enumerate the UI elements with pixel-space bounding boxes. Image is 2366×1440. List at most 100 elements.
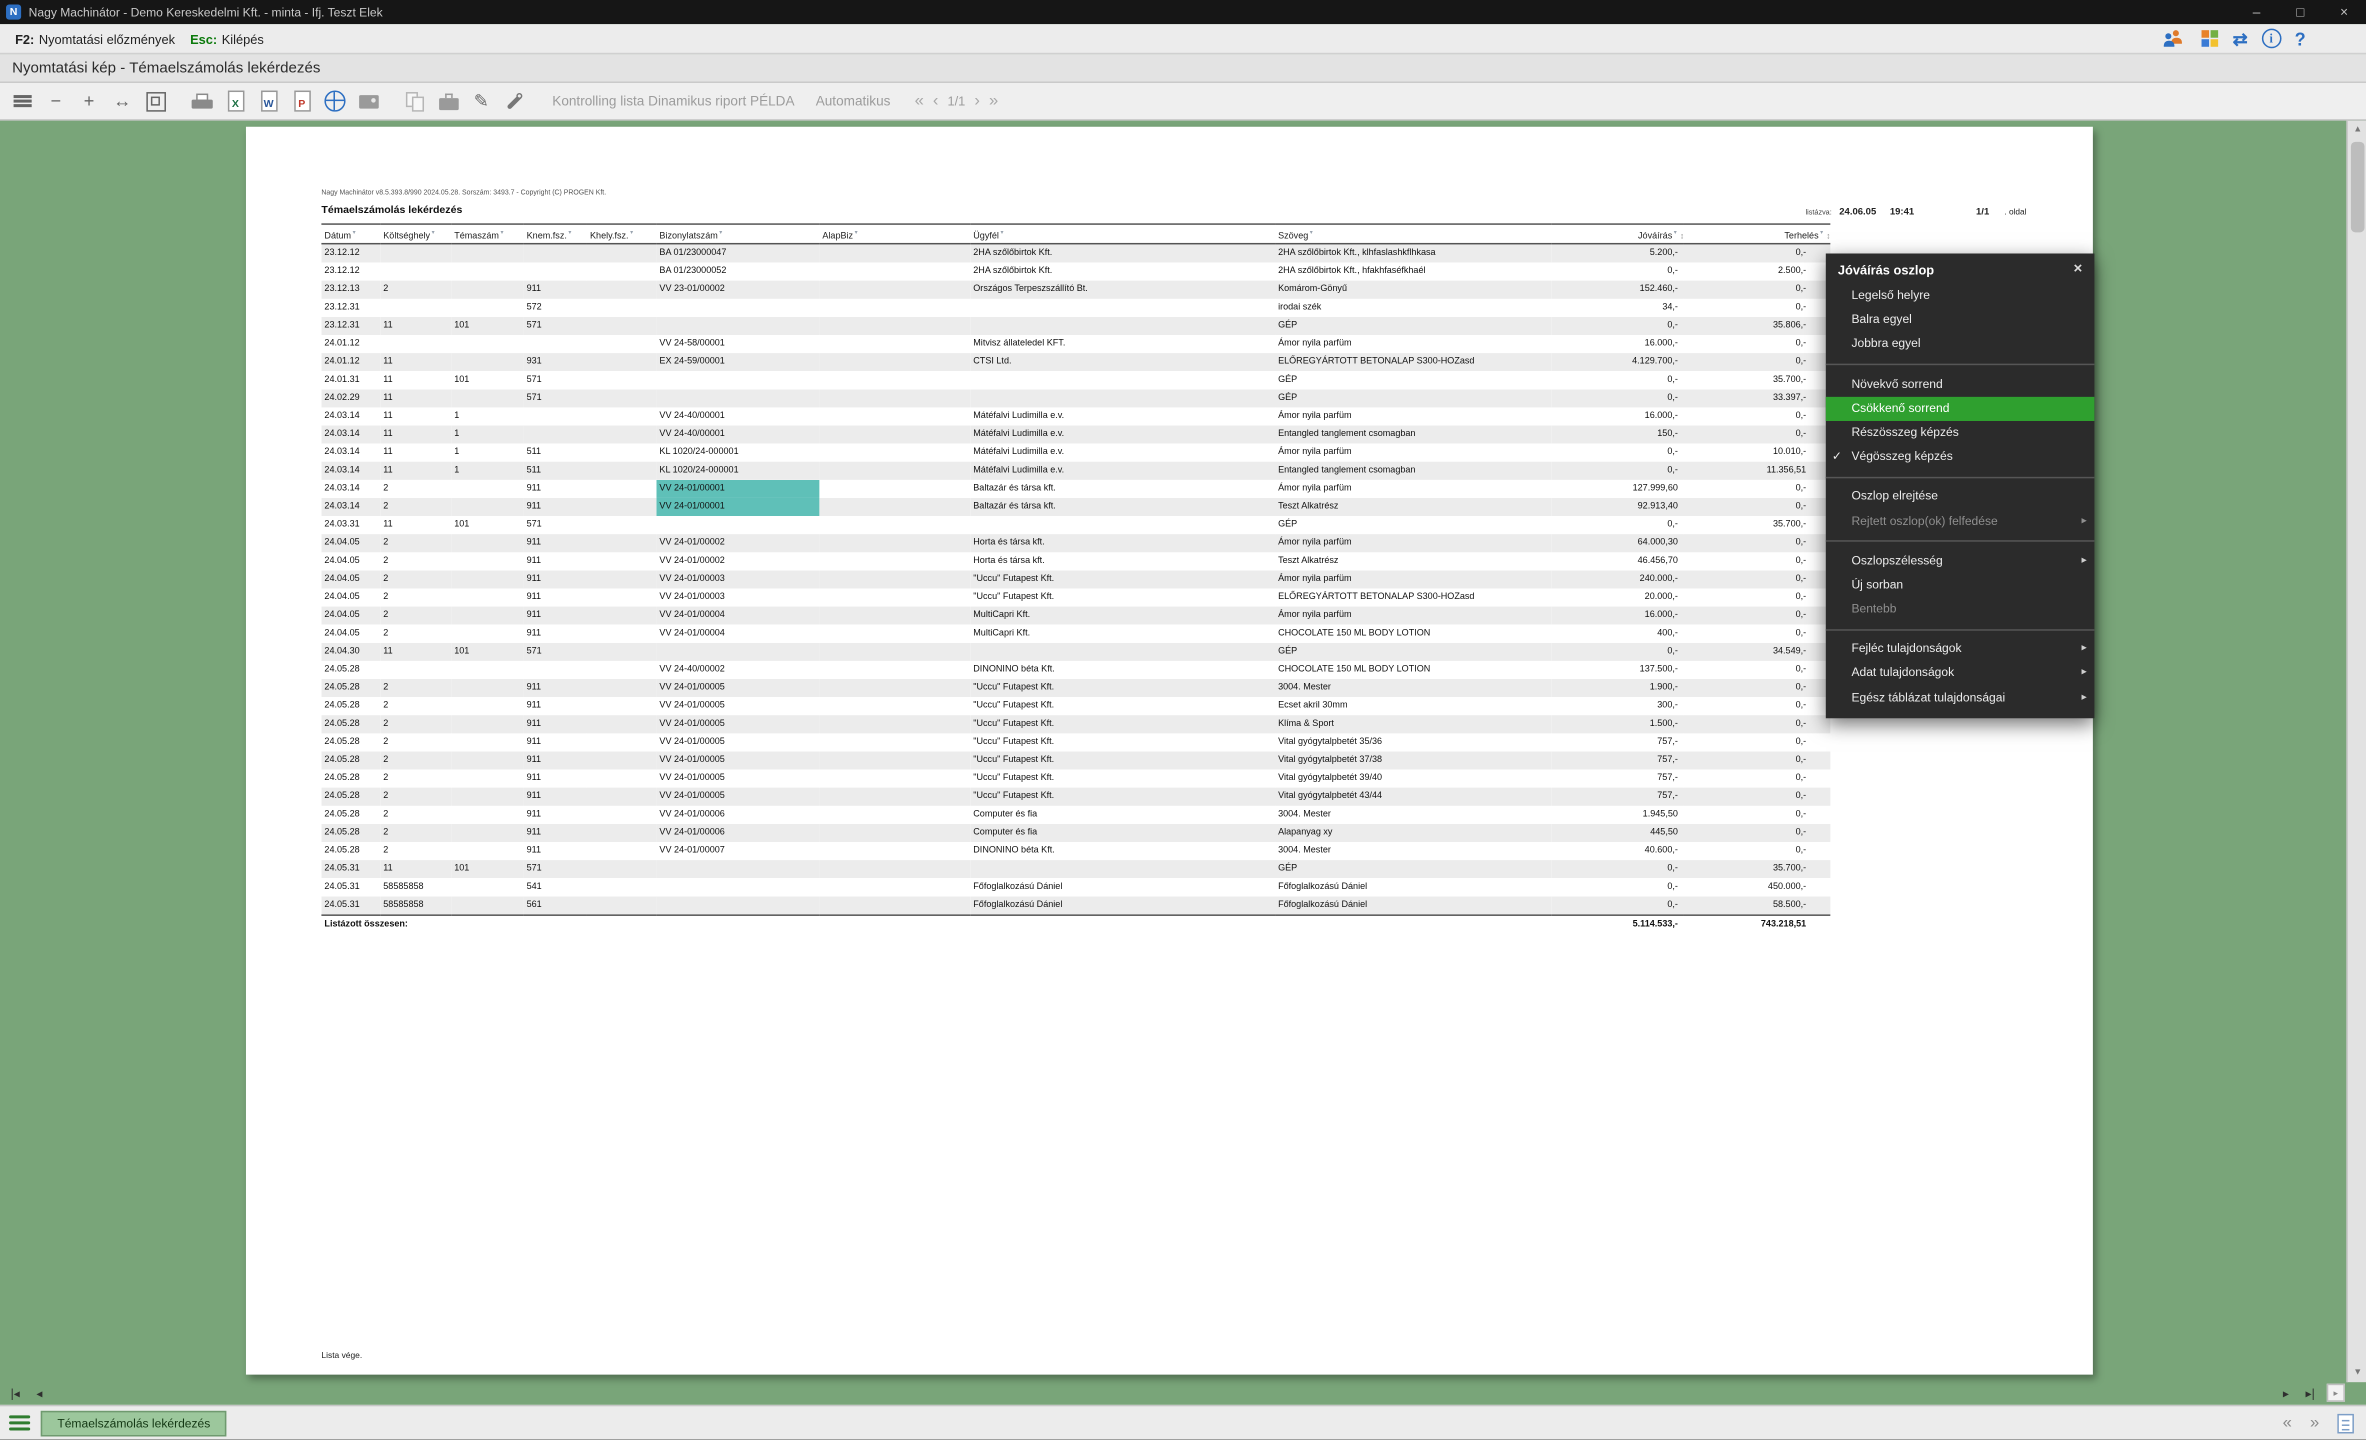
info-icon[interactable]: i [2261, 29, 2281, 49]
cell-datum[interactable]: 23.12.31 [321, 317, 380, 335]
cell-knemfsz[interactable]: 571 [524, 516, 587, 534]
filter-mark-icon[interactable]: ▾ [500, 227, 503, 235]
cell-koltseghely[interactable]: 2 [380, 498, 451, 516]
cell-khelyfsz[interactable] [587, 842, 656, 860]
cell-ugyfel[interactable]: MultiCapri Kft. [970, 607, 1275, 625]
cell-koltseghely[interactable]: 2 [380, 534, 451, 552]
cell-szoveg[interactable]: Főfoglalkozású Dániel [1275, 896, 1551, 915]
cell-bizonylatszam[interactable]: BA 01/23000047 [656, 244, 819, 263]
cell-bizonylatszam[interactable] [656, 643, 819, 661]
cell-alapbiz[interactable] [819, 299, 970, 317]
filter-mark-icon[interactable]: ▾ [432, 227, 435, 235]
cell-terheles[interactable]: 0,- [1684, 552, 1830, 570]
cell-szoveg[interactable]: 3004. Mester [1275, 806, 1551, 824]
table-row[interactable]: 24.01.12VV 24-58/00001Mitvisz állatelede… [321, 335, 1830, 353]
cell-szoveg[interactable]: 3004. Mester [1275, 679, 1551, 697]
cell-koltseghely[interactable]: 2 [380, 679, 451, 697]
first-page-icon[interactable]: « [915, 92, 924, 110]
cell-bizonylatszam[interactable] [656, 299, 819, 317]
cell-bizonylatszam[interactable]: VV 24-01/00005 [656, 715, 819, 733]
filter-mark-icon[interactable]: ▾ [353, 227, 356, 235]
table-row[interactable]: 23.12.132911VV 23-01/00002Országos Terpe… [321, 281, 1830, 299]
cell-alapbiz[interactable] [819, 444, 970, 462]
filter-mark-icon[interactable]: ▾ [630, 227, 633, 235]
cell-temaszam[interactable] [451, 697, 523, 715]
cell-terheles[interactable]: 0,- [1684, 625, 1830, 643]
cell-szoveg[interactable]: GÉP [1275, 643, 1551, 661]
cell-datum[interactable]: 24.05.31 [321, 860, 380, 878]
scroll-up-icon[interactable]: ▲ [2348, 121, 2366, 139]
cell-jovairas[interactable]: 1.945,50 [1551, 806, 1684, 824]
cell-bizonylatszam[interactable] [656, 516, 819, 534]
cell-jovairas[interactable]: 445,50 [1551, 824, 1684, 842]
cell-szoveg[interactable]: 3004. Mester [1275, 842, 1551, 860]
cell-ugyfel[interactable]: "Uccu" Futapest Kft. [970, 733, 1275, 751]
task-tab[interactable]: Témaelszámolás lekérdezés [41, 1410, 227, 1436]
cell-datum[interactable]: 24.05.28 [321, 733, 380, 751]
cell-temaszam[interactable]: 101 [451, 643, 523, 661]
cell-ugyfel[interactable]: Baltazár és társa kft. [970, 480, 1275, 498]
cell-szoveg[interactable]: Főfoglalkozású Dániel [1275, 878, 1551, 896]
table-row[interactable]: 24.05.282911VV 24-01/00005"Uccu" Futapes… [321, 751, 1830, 769]
cell-knemfsz[interactable]: 911 [524, 588, 587, 606]
table-row[interactable]: 24.05.282911VV 24-01/00005"Uccu" Futapes… [321, 697, 1830, 715]
cell-alapbiz[interactable] [819, 407, 970, 425]
cell-bizonylatszam[interactable] [656, 317, 819, 335]
cell-khelyfsz[interactable] [587, 806, 656, 824]
cell-knemfsz[interactable] [524, 407, 587, 425]
vertical-scrollbar[interactable]: ▲ ▼ [2346, 121, 2366, 1382]
cell-szoveg[interactable]: GÉP [1275, 371, 1551, 389]
cell-datum[interactable]: 24.02.29 [321, 389, 380, 407]
table-row[interactable]: 24.05.3158585858561Főfoglalkozású Dániel… [321, 896, 1830, 915]
table-row[interactable]: 24.05.282911VV 24-01/00006Computer és fi… [321, 824, 1830, 842]
cell-alapbiz[interactable] [819, 480, 970, 498]
cell-terheles[interactable]: 34.549,- [1684, 643, 1830, 661]
cell-temaszam[interactable] [451, 480, 523, 498]
cell-khelyfsz[interactable] [587, 462, 656, 480]
cell-ugyfel[interactable]: CTSI Ltd. [970, 353, 1275, 371]
cell-koltseghely[interactable]: 2 [380, 715, 451, 733]
cell-knemfsz[interactable]: 911 [524, 842, 587, 860]
cell-ugyfel[interactable] [970, 389, 1275, 407]
table-row[interactable]: 24.04.052911VV 24-01/00002Horta és társa… [321, 552, 1830, 570]
cell-bizonylatszam[interactable]: VV 24-01/00005 [656, 733, 819, 751]
cell-bizonylatszam[interactable]: VV 24-40/00001 [656, 407, 819, 425]
cell-alapbiz[interactable] [819, 697, 970, 715]
cell-khelyfsz[interactable] [587, 751, 656, 769]
filter-mark-icon[interactable]: ▾ [1310, 227, 1313, 235]
cell-datum[interactable]: 24.05.28 [321, 661, 380, 679]
cell-temaszam[interactable] [451, 353, 523, 371]
cell-bizonylatszam[interactable] [656, 878, 819, 896]
cell-temaszam[interactable] [451, 335, 523, 353]
zoom-in-icon[interactable]: + [72, 86, 105, 116]
cell-koltseghely[interactable]: 11 [380, 444, 451, 462]
cell-bizonylatszam[interactable]: VV 24-01/00006 [656, 824, 819, 842]
table-row[interactable]: 24.05.282911VV 24-01/00005"Uccu" Futapes… [321, 679, 1830, 697]
table-row[interactable]: 24.05.282911VV 24-01/00005"Uccu" Futapes… [321, 715, 1830, 733]
cell-bizonylatszam[interactable]: VV 24-40/00002 [656, 661, 819, 679]
cell-bizonylatszam[interactable]: KL 1020/24-000001 [656, 444, 819, 462]
menu-item[interactable]: Fejléc tulajdonságok▸ [1826, 637, 2095, 661]
col-header-ugyfel[interactable]: Ügyfél▾ [970, 224, 1275, 244]
cell-bizonylatszam[interactable]: VV 24-01/00001 [656, 480, 819, 498]
cell-szoveg[interactable]: GÉP [1275, 860, 1551, 878]
menu-item[interactable]: Jobbra egyel [1826, 333, 2095, 357]
cell-temaszam[interactable] [451, 733, 523, 751]
cell-khelyfsz[interactable] [587, 733, 656, 751]
menu-item[interactable]: Növekvő sorrend [1826, 372, 2095, 396]
cell-temaszam[interactable]: 1 [451, 462, 523, 480]
cell-koltseghely[interactable]: 11 [380, 317, 451, 335]
scroll-corner-box[interactable]: ▸ [2327, 1384, 2345, 1402]
sync-icon[interactable]: ⇄ [2233, 29, 2248, 47]
cell-terheles[interactable]: 0,- [1684, 715, 1830, 733]
cell-koltseghely[interactable]: 2 [380, 806, 451, 824]
cell-ugyfel[interactable]: Computer és fia [970, 824, 1275, 842]
cell-alapbiz[interactable] [819, 806, 970, 824]
cell-alapbiz[interactable] [819, 317, 970, 335]
cell-szoveg[interactable]: Ámor nyila parfüm [1275, 570, 1551, 588]
cell-terheles[interactable]: 0,- [1684, 353, 1830, 371]
cell-knemfsz[interactable]: 911 [524, 281, 587, 299]
next-page-icon[interactable]: › [974, 92, 980, 110]
cell-terheles[interactable]: 0,- [1684, 498, 1830, 516]
cell-ugyfel[interactable] [970, 516, 1275, 534]
